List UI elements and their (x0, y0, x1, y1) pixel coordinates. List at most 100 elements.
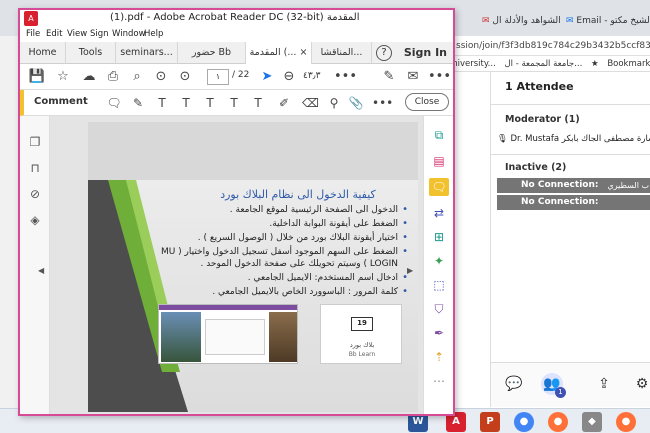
bookmarks-folder[interactable]: Bookmarks (607, 59, 650, 69)
more-tools-panel-icon[interactable]: ⋯ (429, 372, 449, 390)
stamp-icon[interactable]: ⚲ (326, 94, 342, 112)
insert-text-icon[interactable]: T (226, 94, 242, 112)
underline-text-icon[interactable]: T (154, 94, 170, 112)
tab-intro-active[interactable]: المقدمة (... × (246, 42, 312, 64)
inactive-user-row[interactable]: No Connection: (497, 195, 650, 210)
page-up-icon[interactable]: ⊙ (152, 68, 170, 86)
page-number-input[interactable]: ١ (207, 69, 229, 85)
tab-close-icon[interactable]: × (299, 47, 307, 58)
attendee-count-badge: 1 (555, 387, 566, 398)
window-title: (1).pdf - Adobe Acrobat Reader DC (32-bi… (110, 12, 360, 23)
browser-tab-label: Email - الشيخ مكتو (576, 16, 650, 26)
zoom-level[interactable]: ٤٣٫٣ (303, 71, 320, 81)
print-icon[interactable]: ⎙ (104, 68, 122, 86)
browser-tab-email[interactable]: ✉ Email - الشيخ مكتو (562, 8, 650, 36)
menu-sign[interactable]: Sign (90, 29, 109, 39)
comment-panel-icon[interactable]: 🗨 (429, 178, 449, 196)
inactive-section-label: Inactive (2) (505, 162, 567, 173)
attendees-title: 1 Attendee (505, 80, 574, 93)
menu-file[interactable]: File (26, 29, 40, 39)
blackboard-logo-caption-en: Bb Learn (348, 351, 376, 358)
inactive-user-row[interactable]: No Connection: ب السطيري (497, 178, 650, 193)
menu-window[interactable]: Window (112, 29, 146, 39)
menu-help[interactable]: Help (144, 29, 163, 39)
tab-home[interactable]: Home (20, 42, 66, 64)
combine-files-icon[interactable]: ⇄ (429, 204, 449, 222)
app-taskbar-icon[interactable]: ◆ (582, 412, 602, 432)
send-for-review-icon[interactable]: ⇡ (429, 348, 449, 366)
page-down-icon[interactable]: ⊙ (176, 68, 194, 86)
document-view[interactable]: كيفية الدخول الى نظام البلاك بورد الدخول… (50, 116, 447, 414)
eraser-icon[interactable]: ⌫ (302, 94, 319, 112)
scan-icon[interactable]: ⬚ (429, 276, 449, 294)
upload-cloud-icon[interactable]: ☁ (80, 68, 98, 86)
chrome-taskbar-icon[interactable]: ● (514, 412, 534, 432)
slide-bullet: ادخال اسم المستخدم: الايميل الجامعي . (148, 272, 408, 284)
chat-icon[interactable]: 💬 (503, 373, 525, 395)
bookmark-star-icon[interactable]: ☆ (54, 68, 72, 86)
screenshot-photo (161, 312, 201, 362)
attach-icon[interactable]: 📎 (348, 94, 364, 112)
tab-tools[interactable]: Tools (66, 42, 116, 64)
sign-in-button[interactable]: Sign In (404, 42, 447, 64)
firefox-taskbar-icon[interactable]: ● (548, 412, 568, 432)
settings-gear-icon[interactable]: ⚙ (631, 373, 650, 395)
attachments-paperclip-icon[interactable]: ⊘ (27, 186, 43, 202)
menu-edit[interactable]: Edit (46, 29, 62, 39)
comment-more-icon[interactable]: ••• (372, 94, 393, 112)
create-pdf-icon[interactable]: ▤ (429, 152, 449, 170)
sticky-note-icon[interactable]: 🗨 (106, 94, 122, 112)
bookmark-ribbon-icon[interactable]: ⊓ (27, 160, 43, 176)
powerpoint-taskbar-icon[interactable]: P (480, 412, 500, 432)
browser-tab-evidence[interactable]: ✉ الشواهد والأدلة ال (478, 8, 562, 36)
strikethrough-text-icon[interactable]: T (178, 94, 194, 112)
help-icon[interactable]: ? (376, 45, 392, 61)
tab-attendance[interactable]: حضور Bb (178, 42, 246, 64)
text-box-icon[interactable]: T (250, 94, 266, 112)
firefox-taskbar-icon-2[interactable]: ● (616, 412, 636, 432)
blackboard-logo-caption: بلاك بورد (349, 341, 375, 349)
browser-tab-label: الشواهد والأدلة ال (492, 16, 561, 26)
collapse-right-arrow-icon[interactable]: ▶ (407, 266, 413, 275)
hand-tool-icon[interactable]: ⊖ (280, 68, 298, 86)
overflow-icon[interactable]: ••• (428, 68, 451, 86)
slide-title: كيفية الدخول الى نظام البلاك بورد (220, 188, 376, 201)
screenshot-header-bar (159, 305, 297, 310)
close-comment-button[interactable]: Close (405, 93, 449, 111)
bookmark-item[interactable]: جامعة المجمعة - ال... (504, 59, 582, 69)
divider (491, 104, 650, 105)
more-tools-icon[interactable]: ••• (334, 68, 357, 86)
fill-sign-icon[interactable]: ✒ (429, 324, 449, 342)
menu-bar: File Edit View Sign Window Help (20, 28, 453, 42)
collapse-left-arrow-icon[interactable]: ◀ (38, 266, 44, 275)
acrobat-titlebar[interactable]: A (1).pdf - Adobe Acrobat Reader DC (32-… (20, 10, 453, 28)
main-toolbar: 💾 ☆ ☁ ⎙ ⌕ ⊙ ⊙ ١ / 22 ➤ ⊖ ٤٣٫٣ ••• ✎ ✉ ••… (20, 64, 453, 90)
share-icon[interactable]: ⇪ (593, 373, 615, 395)
slide-bullet: اختيار أيقونة البلاك بورد من خلال ( الوص… (148, 232, 408, 244)
inactive-status: No Connection: (521, 197, 599, 207)
tab-intro-label: المقدمة (... (249, 47, 297, 58)
tab-mail-icon: ✉ (482, 16, 490, 26)
highlight-pen-icon[interactable]: ✎ (130, 94, 146, 112)
moderator-row[interactable]: 🎙 Dr. Mustafa سارة مصطفى الجاك بابكر (497, 134, 650, 148)
organize-pages-icon[interactable]: ⊞ (429, 228, 449, 246)
select-cursor-icon[interactable]: ➤ (258, 68, 276, 86)
export-pdf-icon[interactable]: ⧉ (429, 126, 449, 144)
save-icon[interactable]: 💾 (28, 68, 46, 86)
page-thumbnails-icon[interactable]: ❐ (27, 134, 43, 150)
address-bar[interactable]: ssion/join/f3f3db819c784c29b3432b5ccf839… (440, 36, 650, 56)
bookmarks-star-icon: ★ (591, 59, 599, 69)
tab-discussion[interactable]: المناقشا... (312, 42, 372, 64)
edit-pdf-icon[interactable]: ✦ (429, 252, 449, 270)
draw-pencil-icon[interactable]: ✐ (276, 94, 292, 112)
zoom-search-icon[interactable]: ⌕ (128, 68, 146, 86)
users-icon[interactable]: 👥 1 (541, 373, 566, 398)
replace-text-icon[interactable]: T (202, 94, 218, 112)
menu-view[interactable]: View (67, 29, 87, 39)
layers-icon[interactable]: ◈ (27, 212, 43, 228)
pdf-slide-page: كيفية الدخول الى نظام البلاك بورد الدخول… (88, 122, 418, 412)
comment-tool-icon[interactable]: ✎ (380, 68, 398, 86)
tab-seminars[interactable]: seminars... (116, 42, 178, 64)
protect-icon[interactable]: ⛉ (429, 300, 449, 318)
email-icon[interactable]: ✉ (404, 68, 422, 86)
